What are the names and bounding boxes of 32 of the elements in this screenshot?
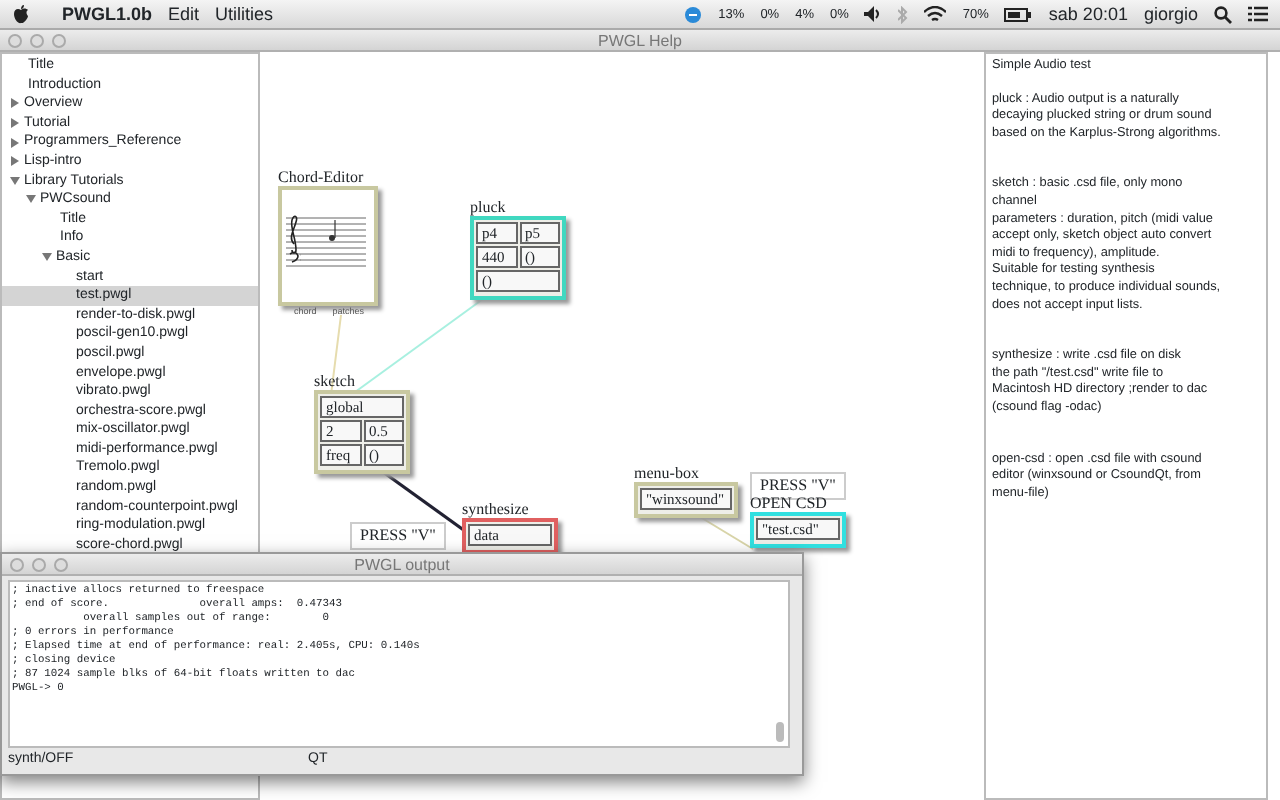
menu-item[interactable]: Utilities [215,0,274,29]
battery-icon[interactable] [1004,7,1033,21]
sync-icon[interactable] [684,5,703,23]
disclosure-triangle-icon[interactable] [10,137,20,148]
search-icon[interactable] [1214,5,1232,23]
apple-icon[interactable] [12,4,30,24]
user-name[interactable]: giorgio [1143,0,1198,29]
volume-icon[interactable] [864,6,883,22]
box-title: synthesize [462,500,531,518]
chord-editor-box[interactable] [278,186,378,306]
disclosure-triangle-icon[interactable] [10,156,20,167]
box-title: OPEN CSD [750,494,829,512]
box-title: pluck [470,198,508,216]
text-box: PRESS "V" [750,472,846,500]
menu-item[interactable]: Edit [168,0,200,29]
clock[interactable]: sab 20:01 [1048,0,1128,29]
window-title: PWGL Help [598,32,682,50]
wifi-icon[interactable] [924,6,947,22]
text-box: PRESS "V" [350,522,446,550]
box-title: sketch [314,372,357,390]
app-menu[interactable]: PWGL1.0b [62,0,153,29]
disclosure-triangle-icon[interactable] [42,252,52,263]
disclosure-triangle-icon[interactable] [26,194,36,205]
window-title: PWGL output [354,556,450,574]
box-title: Chord-Editor [278,168,366,186]
list-icon[interactable] [1248,6,1268,22]
box-title: menu-box [634,464,701,482]
staff-drawing [282,210,370,270]
disclosure-triangle-icon[interactable] [10,98,20,109]
disclosure-triangle-icon[interactable] [10,175,20,186]
scrollbar-thumb[interactable] [776,722,784,742]
disclosure-triangle-icon[interactable] [10,118,20,129]
